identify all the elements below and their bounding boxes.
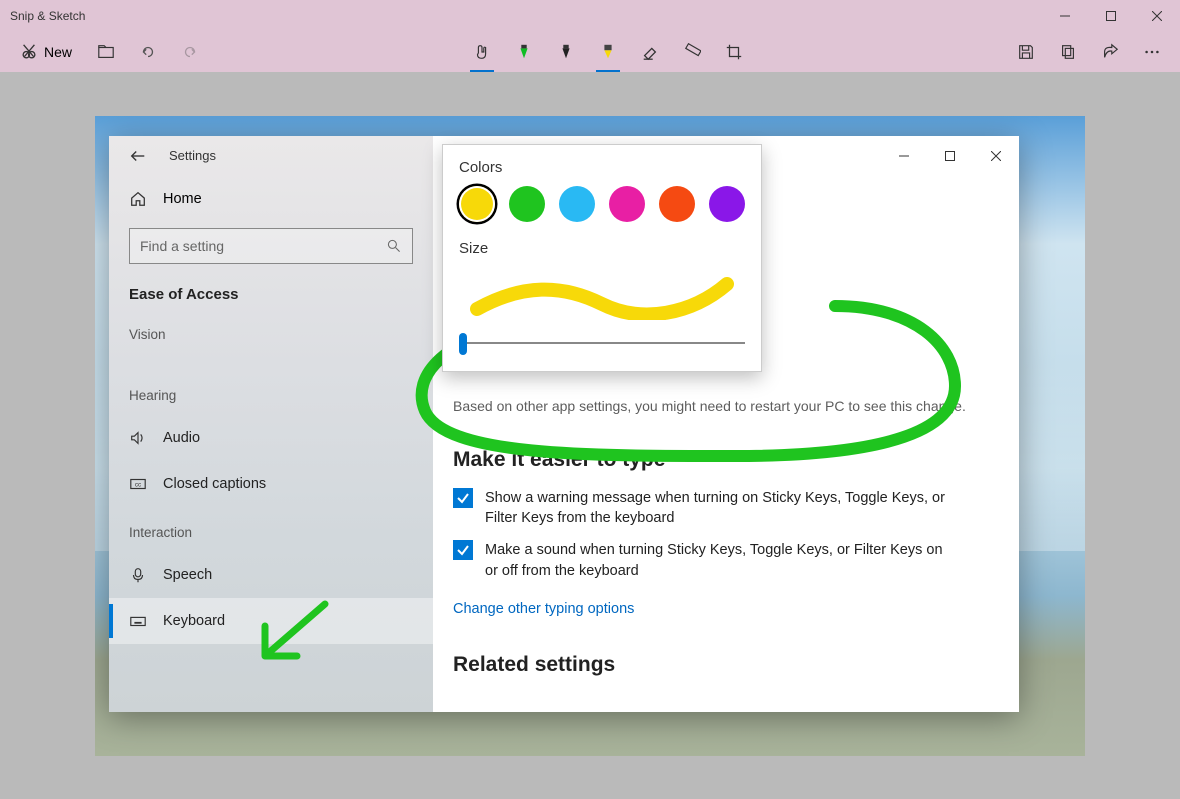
size-label: Size <box>459 240 745 267</box>
maximize-icon <box>1106 11 1116 21</box>
ballpoint-pen-button[interactable] <box>504 32 544 72</box>
search-placeholder: Find a setting <box>140 238 378 254</box>
search-icon <box>386 238 402 254</box>
maximize-icon <box>945 151 955 161</box>
save-icon <box>1017 43 1035 61</box>
pencil-icon <box>557 43 575 61</box>
share-button[interactable] <box>1090 32 1130 72</box>
color-swatch-yellow[interactable] <box>459 186 495 222</box>
settings-minimize-button[interactable] <box>881 136 927 176</box>
close-icon <box>991 151 1001 161</box>
copy-button[interactable] <box>1048 32 1088 72</box>
maximize-button[interactable] <box>1088 0 1134 32</box>
settings-maximize-button[interactable] <box>927 136 973 176</box>
save-button[interactable] <box>1006 32 1046 72</box>
app-titlebar: Snip & Sketch <box>0 0 1180 32</box>
back-icon[interactable] <box>129 147 147 165</box>
pencil-button[interactable] <box>546 32 586 72</box>
share-icon <box>1101 43 1119 61</box>
more-button[interactable] <box>1132 32 1172 72</box>
copy-icon <box>1059 43 1077 61</box>
color-swatch-green[interactable] <box>509 186 545 222</box>
mic-icon <box>129 566 147 584</box>
item-label: Keyboard <box>163 613 225 629</box>
category-title: Ease of Access <box>109 282 433 321</box>
audio-icon <box>129 429 147 447</box>
redo-icon <box>181 43 199 61</box>
checkbox-icon <box>453 488 473 508</box>
redo-button[interactable] <box>170 32 210 72</box>
eraser-button[interactable] <box>630 32 670 72</box>
slider-thumb[interactable] <box>459 333 467 355</box>
search-input[interactable]: Find a setting <box>129 228 413 264</box>
new-snip-button[interactable]: New <box>8 32 84 72</box>
colors-label: Colors <box>459 159 745 186</box>
close-button[interactable] <box>1134 0 1180 32</box>
crop-button[interactable] <box>714 32 754 72</box>
eraser-icon <box>641 43 659 61</box>
crop-icon <box>725 43 743 61</box>
new-label: New <box>44 44 72 60</box>
minimize-icon <box>899 151 909 161</box>
settings-sidebar: Settings Home Find a setting Ease of Acc… <box>109 136 433 712</box>
highlighter-popup: Colors Size <box>442 144 762 372</box>
sidebar-item-keyboard[interactable]: Keyboard <box>109 598 433 644</box>
check-label: Show a warning message when turning on S… <box>485 488 945 529</box>
group-vision: Vision <box>109 321 433 354</box>
check-warning-message[interactable]: Show a warning message when turning on S… <box>433 488 991 541</box>
group-interaction: Interaction <box>109 519 433 552</box>
ruler-button[interactable] <box>672 32 712 72</box>
color-swatch-purple[interactable] <box>709 186 745 222</box>
item-label: Speech <box>163 567 212 583</box>
folder-icon <box>97 43 115 61</box>
sidebar-item-audio[interactable]: Audio <box>109 415 433 461</box>
cc-icon: cc <box>129 475 147 493</box>
color-swatch-magenta[interactable] <box>609 186 645 222</box>
sidebar-item-speech[interactable]: Speech <box>109 552 433 598</box>
svg-text:cc: cc <box>135 481 141 488</box>
highlighter-icon <box>599 43 617 61</box>
pen-icon <box>515 43 533 61</box>
hand-icon <box>473 43 491 61</box>
app-title: Snip & Sketch <box>0 9 85 23</box>
size-slider[interactable] <box>459 333 745 353</box>
keyboard-icon <box>129 612 147 630</box>
group-hearing: Hearing <box>109 382 433 415</box>
other-typing-link[interactable]: Change other typing options <box>433 593 634 621</box>
related-heading: Related settings <box>433 621 991 693</box>
item-label: Audio <box>163 430 200 446</box>
undo-button[interactable] <box>128 32 168 72</box>
sidebar-item-closed-captions[interactable]: cc Closed captions <box>109 461 433 507</box>
color-swatch-orange[interactable] <box>659 186 695 222</box>
canvas-area[interactable]: Settings Home Find a setting Ease of Acc… <box>0 72 1180 799</box>
settings-close-button[interactable] <box>973 136 1019 176</box>
ellipsis-icon <box>1143 43 1161 61</box>
settings-title: Settings <box>169 148 216 163</box>
ruler-icon <box>683 43 701 61</box>
home-icon <box>129 190 147 208</box>
home-label: Home <box>163 191 202 207</box>
minimize-icon <box>1060 11 1070 21</box>
snip-icon <box>20 43 38 61</box>
minimize-button[interactable] <box>1042 0 1088 32</box>
open-button[interactable] <box>86 32 126 72</box>
check-make-sound[interactable]: Make a sound when turning Sticky Keys, T… <box>433 540 991 593</box>
check-label: Make a sound when turning Sticky Keys, T… <box>485 540 945 581</box>
checkbox-icon <box>453 540 473 560</box>
app-toolbar: New <box>0 32 1180 72</box>
undo-icon <box>139 43 157 61</box>
color-swatch-blue[interactable] <box>559 186 595 222</box>
type-heading: Make it easier to type <box>433 416 991 488</box>
home-item[interactable]: Home <box>109 176 433 222</box>
item-label: Closed captions <box>163 476 266 492</box>
touch-writing-button[interactable] <box>462 32 502 72</box>
slider-track <box>459 342 745 344</box>
highlighter-button[interactable] <box>588 32 628 72</box>
stroke-preview <box>459 267 745 327</box>
close-icon <box>1152 11 1162 21</box>
